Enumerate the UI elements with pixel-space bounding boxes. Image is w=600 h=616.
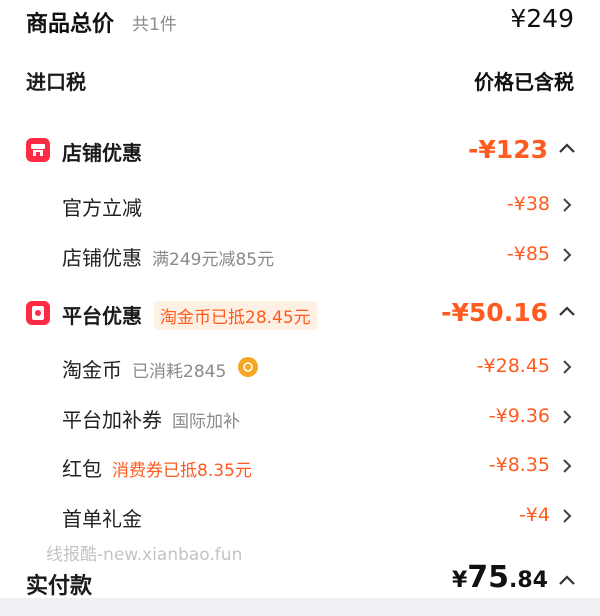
item-label: 首单礼金 (62, 507, 142, 531)
item-label: 平台加补券 (62, 408, 162, 432)
goods-total-label: 商品总价 (26, 12, 115, 37)
taojinbi-coin-icon (238, 357, 258, 377)
list-item[interactable]: 淘金币 已消耗2845 -¥28.45 (0, 350, 600, 384)
store-discount-header[interactable]: 店铺优惠 -¥123 (0, 132, 600, 172)
item-value: -¥8.35 (488, 454, 550, 476)
platform-discount-total: -¥50.16 (441, 298, 548, 327)
chevron-right-icon[interactable] (562, 359, 572, 379)
chevron-up-icon[interactable] (558, 140, 576, 159)
chevron-right-icon[interactable] (562, 197, 572, 217)
actual-pay-decimal: .84 (509, 568, 548, 593)
list-item[interactable]: 店铺优惠 满249元减85元 -¥85 (0, 238, 600, 272)
chevron-right-icon[interactable] (562, 508, 572, 528)
goods-total-value: ¥249 (510, 4, 574, 33)
chevron-up-icon[interactable] (558, 303, 576, 322)
list-item[interactable]: 红包 消费券已抵8.35元 -¥8.35 (0, 449, 600, 483)
bottom-divider (0, 598, 600, 616)
actual-pay-amount: ¥75.84 (452, 560, 548, 595)
platform-discount-label: 平台优惠 (62, 304, 142, 328)
list-item[interactable]: 官方立减 -¥38 (0, 188, 600, 222)
chevron-right-icon[interactable] (562, 458, 572, 478)
item-note: 国际加补 (172, 412, 240, 432)
item-value: -¥9.36 (488, 405, 550, 427)
item-value: -¥28.45 (476, 355, 550, 377)
list-item[interactable]: 平台加补券 国际加补 -¥9.36 (0, 400, 600, 434)
actual-pay-currency: ¥ (451, 568, 468, 593)
item-label: 店铺优惠 (62, 246, 142, 270)
actual-pay-row[interactable]: 实付款 ¥75.84 (0, 560, 600, 600)
item-value: -¥85 (506, 243, 550, 265)
import-tax-value: 价格已含税 (474, 70, 574, 94)
platform-discount-header[interactable]: 平台优惠 淘金币已抵28.45元 -¥50.16 (0, 295, 600, 335)
goods-total-row: 商品总价 共1件 ¥249 (0, 0, 600, 40)
store-icon (26, 138, 50, 162)
item-label: 官方立减 (62, 196, 142, 220)
chevron-up-icon[interactable] (558, 572, 576, 591)
chevron-right-icon[interactable] (562, 409, 572, 429)
item-note: 消费券已抵8.35元 (112, 461, 252, 481)
actual-pay-integer: 75 (467, 560, 510, 595)
coin-deduction-tag: 淘金币已抵28.45元 (154, 301, 317, 330)
item-note: 已消耗2845 (132, 362, 227, 382)
import-tax-label: 进口税 (26, 70, 86, 94)
red-packet-icon (26, 301, 50, 325)
item-note: 满249元减85元 (152, 250, 275, 270)
import-tax-row: 进口税 价格已含税 (0, 60, 600, 100)
list-item[interactable]: 首单礼金 -¥4 (0, 499, 600, 533)
goods-count: 共1件 (132, 15, 177, 35)
chevron-right-icon[interactable] (562, 247, 572, 267)
actual-pay-label: 实付款 (26, 574, 93, 599)
store-discount-label: 店铺优惠 (62, 141, 142, 165)
item-value: -¥38 (506, 193, 550, 215)
store-discount-total: -¥123 (468, 135, 548, 164)
item-value: -¥4 (518, 504, 550, 526)
item-label: 淘金币 (62, 358, 122, 382)
item-label: 红包 (62, 457, 102, 481)
